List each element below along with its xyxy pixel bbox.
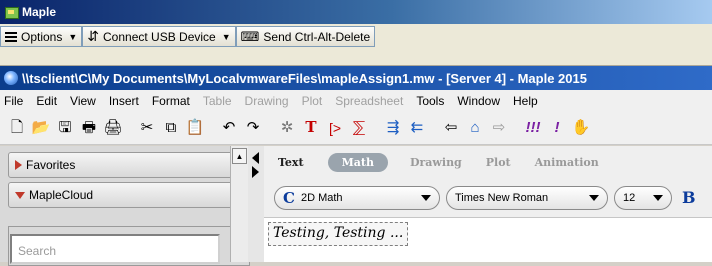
- chevron-down-icon: ▼: [221, 31, 231, 42]
- collapse-left-icon[interactable]: [252, 152, 259, 164]
- stop-icon[interactable]: ✋: [570, 117, 592, 139]
- menu-tools[interactable]: Tools: [416, 94, 444, 108]
- prompt-icon[interactable]: [>: [324, 117, 346, 139]
- tab-drawing[interactable]: Drawing: [410, 156, 462, 169]
- format-toolbar: C 2D Math Times New Roman 12 B: [264, 178, 712, 218]
- document-area: Text Math Drawing Plot Animation C 2D Ma…: [264, 146, 712, 262]
- font-size-select[interactable]: 12: [614, 185, 672, 210]
- cut-icon[interactable]: ✂: [136, 117, 158, 139]
- maplecloud-palette-header[interactable]: MapleCloud: [8, 182, 250, 208]
- pane-splitter[interactable]: [248, 146, 264, 262]
- context-tabs: Text Math Drawing Plot Animation: [264, 146, 712, 178]
- sum-icon[interactable]: ⅀: [348, 117, 370, 139]
- input-mode-value: 2D Math: [300, 191, 343, 204]
- document-text-region[interactable]: Testing, Testing ...: [268, 222, 409, 246]
- vm-window-title: Maple: [22, 5, 57, 19]
- menu-file[interactable]: File: [4, 94, 23, 108]
- copy-icon[interactable]: ⧉: [160, 117, 182, 139]
- menu-bar: File Edit View Insert Format Table Drawi…: [0, 90, 712, 111]
- scroll-up-icon[interactable]: ▲: [232, 148, 247, 164]
- app-title-bar[interactable]: \\tsclient\C\My Documents\MyLocalvmwareF…: [0, 66, 712, 90]
- bold-button[interactable]: B: [682, 188, 696, 207]
- outdent-icon[interactable]: ⇇: [406, 117, 428, 139]
- execute-all-icon[interactable]: !!!: [522, 117, 544, 139]
- expand-right-icon[interactable]: [252, 166, 259, 178]
- text-icon[interactable]: T: [300, 117, 322, 139]
- vmware-app-icon: [4, 5, 19, 19]
- font-size-value: 12: [623, 191, 636, 204]
- home-icon[interactable]: ⌂: [464, 117, 486, 139]
- chevron-down-icon: [421, 194, 431, 201]
- favorites-label: Favorites: [26, 158, 76, 172]
- chevron-down-icon: [653, 194, 663, 201]
- back-icon[interactable]: ⇦: [440, 117, 462, 139]
- print-icon[interactable]: 🖶: [78, 117, 100, 139]
- maple-app-icon: [4, 71, 18, 85]
- options-menu-button[interactable]: Options ▼: [0, 26, 83, 47]
- font-family-value: Times New Roman: [455, 191, 549, 204]
- usb-icon: ⇵: [87, 28, 100, 44]
- menu-spreadsheet[interactable]: Spreadsheet: [335, 94, 403, 108]
- menu-format[interactable]: Format: [152, 94, 190, 108]
- collapse-triangle-icon: [15, 191, 25, 199]
- save-icon[interactable]: 🖫: [54, 117, 76, 139]
- menu-drawing[interactable]: Drawing: [245, 94, 289, 108]
- open-folder-icon[interactable]: 📂: [30, 117, 52, 139]
- palette-search-input[interactable]: Search: [10, 234, 220, 264]
- font-family-select[interactable]: Times New Roman: [446, 185, 608, 210]
- palette-pane: Favorites MapleCloud Search: [0, 146, 264, 266]
- tab-text[interactable]: Text: [278, 156, 304, 169]
- undo-icon[interactable]: ↶: [218, 117, 240, 139]
- menu-view[interactable]: View: [70, 94, 96, 108]
- app-window-title: \\tsclient\C\My Documents\MyLocalvmwareF…: [22, 70, 587, 86]
- execute-icon[interactable]: !: [546, 117, 568, 139]
- tab-math[interactable]: Math: [327, 152, 388, 172]
- palette-scrollbar[interactable]: ▲: [230, 146, 248, 262]
- maplecloud-label: MapleCloud: [29, 188, 94, 202]
- connect-usb-button[interactable]: ⇵ Connect USB Device ▼: [82, 26, 236, 47]
- chevron-down-icon: ▼: [68, 31, 78, 42]
- new-document-icon[interactable]: 🗋: [6, 117, 28, 139]
- menu-window[interactable]: Window: [457, 94, 500, 108]
- indent-icon[interactable]: ⇶: [382, 117, 404, 139]
- redo-icon[interactable]: ↷: [242, 117, 264, 139]
- chevron-down-icon: [589, 194, 599, 201]
- send-ctrl-alt-delete-button[interactable]: ⌨ Send Ctrl-Alt-Delete: [235, 26, 376, 47]
- menu-icon: [5, 31, 17, 42]
- menu-plot[interactable]: Plot: [302, 94, 323, 108]
- paste-icon[interactable]: 📋: [184, 117, 206, 139]
- tab-animation[interactable]: Animation: [535, 156, 599, 169]
- math-mode-icon: C: [283, 188, 295, 207]
- main-toolbar: 🗋 📂 🖫 🖶 🖨 ✂ ⧉ 📋 ↶ ↷ ✲ T [> ⅀ ⇶ ⇇ ⇦ ⌂ ⇨ !…: [0, 111, 712, 145]
- search-placeholder: Search: [18, 244, 57, 258]
- favorites-palette-header[interactable]: Favorites: [8, 152, 250, 178]
- input-mode-select[interactable]: C 2D Math: [274, 185, 440, 210]
- forward-icon[interactable]: ⇨: [488, 117, 510, 139]
- expand-triangle-icon: [15, 160, 22, 170]
- cad-label: Send Ctrl-Alt-Delete: [263, 29, 371, 44]
- usb-label: Connect USB Device: [103, 29, 216, 44]
- print-preview-icon[interactable]: 🖨: [102, 117, 124, 139]
- execution-group-icon[interactable]: ✲: [276, 117, 298, 139]
- menu-table[interactable]: Table: [203, 94, 232, 108]
- vm-title-bar[interactable]: Maple: [0, 0, 712, 24]
- menu-insert[interactable]: Insert: [109, 94, 139, 108]
- tab-plot[interactable]: Plot: [486, 156, 511, 169]
- options-label: Options: [21, 29, 63, 44]
- menu-edit[interactable]: Edit: [36, 94, 57, 108]
- menu-help[interactable]: Help: [513, 94, 538, 108]
- keyboard-icon: ⌨: [240, 28, 260, 44]
- vm-toolbar: Options ▼ ⇵ Connect USB Device ▼ ⌨ Send …: [0, 24, 712, 66]
